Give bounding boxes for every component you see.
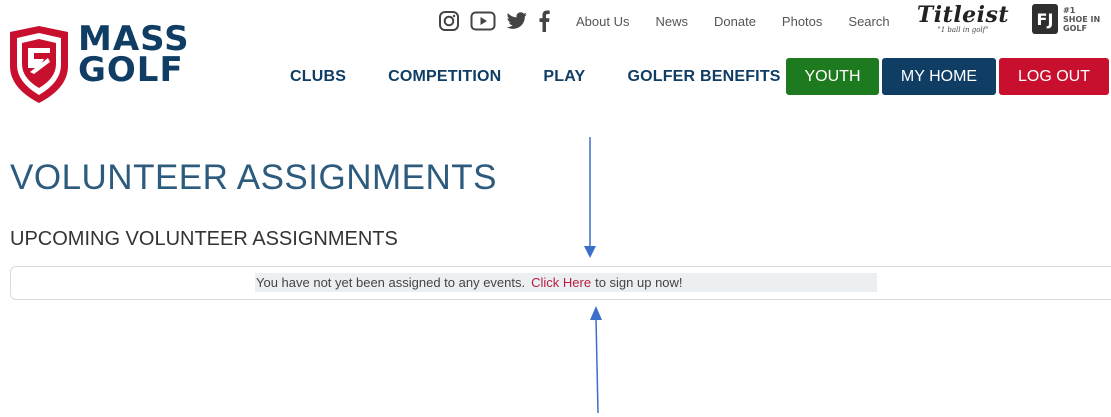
annotation-arrows [584,137,602,414]
arrow-up-annotation [590,306,602,414]
arrow-down-annotation [584,137,596,258]
